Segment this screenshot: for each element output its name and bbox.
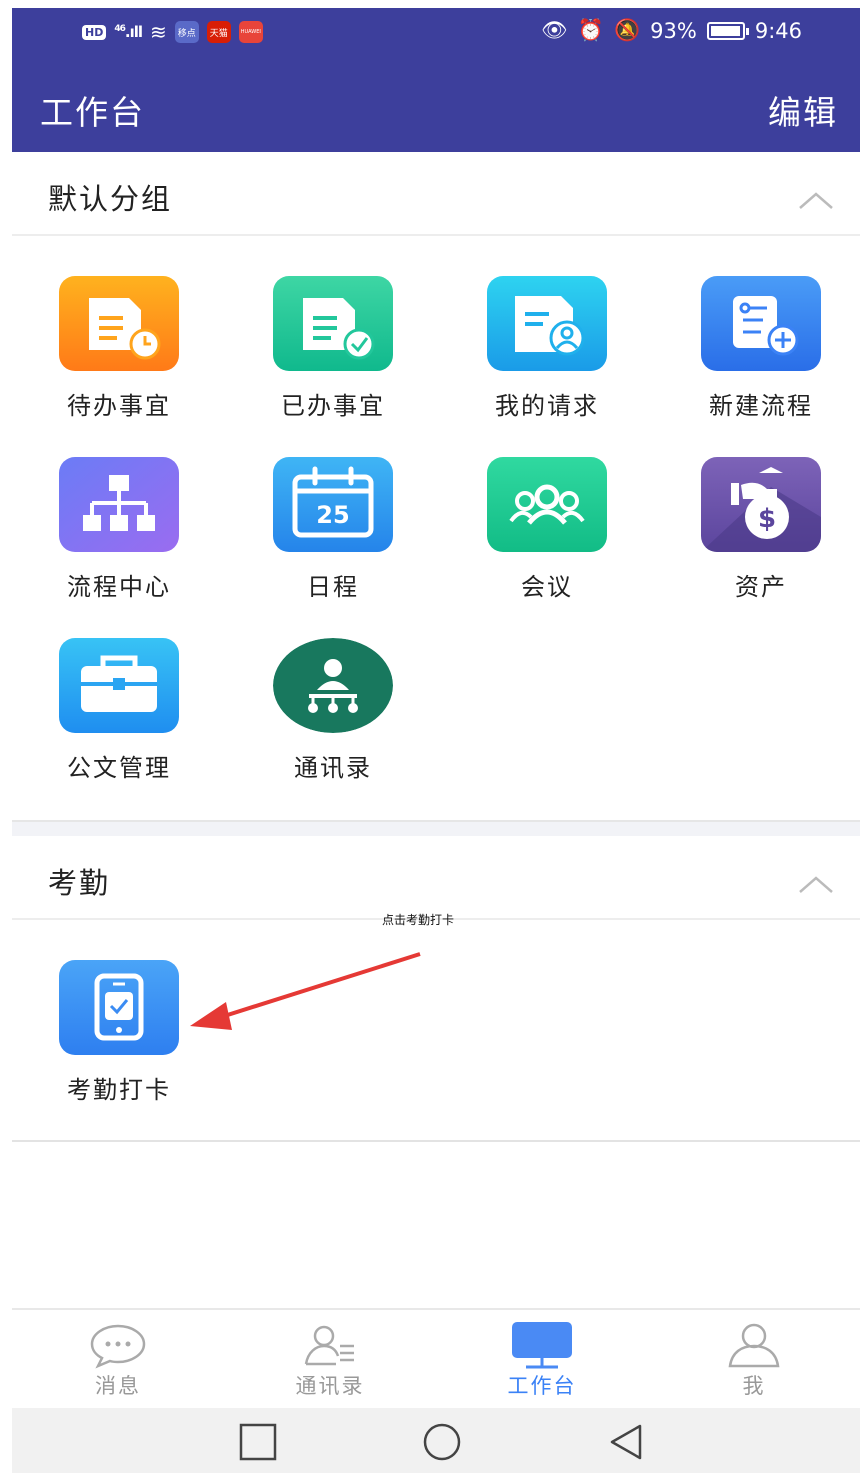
item-label: 通讯录 [294,754,372,782]
mute-icon: 🔕 [613,18,641,42]
system-nav-bar [12,1408,860,1473]
item-label: 已办事宜 [281,392,385,420]
alarm-icon: ⏰ [577,18,604,42]
document-management-icon [59,638,179,733]
item-label: 新建流程 [709,392,813,420]
calendar-day: 25 [316,501,349,529]
edit-button[interactable]: 编辑 [768,86,838,134]
tab-messages[interactable]: 消息 [12,1310,224,1410]
section-separator [12,820,860,836]
app-header: HD 46.ıll ≋ 移点 天猫 HUAWEI 👁 ⏰ 🔕 93% 9:46 … [12,8,860,152]
item-label: 会议 [521,573,573,601]
app-contacts-org[interactable]: 通讯录 [226,638,440,808]
annotation-arrow-icon [190,952,421,1030]
app-notif-tmall: 天猫 [206,21,231,43]
pending-tasks-icon [59,276,179,371]
attendance-checkin-icon [59,960,179,1055]
recent-apps-icon[interactable] [236,1420,280,1464]
network-type: 46 [114,24,125,34]
process-center-icon [59,457,179,552]
status-right: 👁 ⏰ 🔕 93% 9:46 [541,18,802,43]
tab-label: 我 [742,1374,766,1398]
item-label: 资产 [735,573,787,601]
assets-icon: $ [701,457,821,552]
tab-contacts[interactable]: 通讯录 [224,1310,436,1410]
currency-symbol: $ [758,504,776,534]
wifi-icon: ≋ [150,20,167,44]
status-bar: HD 46.ıll ≋ 移点 天猫 HUAWEI 👁 ⏰ 🔕 93% 9:46 [12,8,860,58]
app-document-management[interactable]: 公文管理 [12,638,226,808]
section-attendance-header[interactable]: 考勤 [12,836,860,920]
new-process-icon [701,276,821,371]
profile-icon [728,1323,780,1368]
calendar-icon: 25 [273,457,393,552]
bottom-tab-bar: 消息 通讯录 工作台 我 [12,1308,860,1408]
workbench-icon [512,1322,572,1369]
tab-label: 消息 [95,1374,141,1398]
tab-label: 通讯录 [295,1374,365,1398]
eye-comfort-icon: 👁 [541,18,568,42]
home-icon[interactable] [420,1420,464,1464]
my-requests-icon [487,276,607,371]
battery-percent: 93% [650,18,697,43]
chevron-up-icon[interactable] [798,866,834,902]
item-label: 公文管理 [67,754,171,782]
hd-badge: HD [82,24,107,40]
annotation-text: 点击考勤打卡 [382,913,455,927]
page-title: 工作台 [40,93,145,132]
app-meeting[interactable]: 会议 [440,457,654,627]
status-left: HD 46.ıll ≋ 移点 天猫 HUAWEI [82,20,263,44]
app-new-process[interactable]: 新建流程 [654,276,860,446]
signal-icon: 46.ıll [114,23,143,41]
item-label: 我的请求 [495,392,599,420]
app-process-center[interactable]: 流程中心 [12,457,226,627]
app-notif-huawei: HUAWEI [238,21,263,43]
contacts-org-icon [273,638,393,733]
app-assets[interactable]: $ 资产 [654,457,860,627]
back-icon[interactable] [604,1420,648,1464]
workbench-screen: HD 46.ıll ≋ 移点 天猫 HUAWEI 👁 ⏰ 🔕 93% 9:46 … [12,8,860,1473]
app-done-tasks[interactable]: 已办事宜 [226,276,440,446]
contacts-icon [304,1325,354,1366]
clock: 9:46 [754,18,802,43]
message-icon [90,1324,146,1369]
item-label: 日程 [307,573,359,601]
app-pending-tasks[interactable]: 待办事宜 [12,276,226,446]
tab-workbench[interactable]: 工作台 [436,1310,648,1410]
section-title: 默认分组 [48,182,173,216]
done-tasks-icon [273,276,393,371]
item-label: 考勤打卡 [67,1076,171,1104]
item-label: 流程中心 [67,573,171,601]
chevron-up-icon[interactable] [798,182,834,218]
app-my-requests[interactable]: 我的请求 [440,276,654,446]
battery-icon [706,21,749,40]
section-default-group-header[interactable]: 默认分组 [12,152,860,236]
item-label: 待办事宜 [67,392,171,420]
meeting-icon [487,457,607,552]
tab-profile[interactable]: 我 [648,1310,860,1410]
section-title: 考勤 [48,866,111,900]
section-end-divider [12,1140,860,1142]
app-notif-yidian: 移点 [174,21,199,43]
tab-label: 工作台 [507,1374,577,1398]
app-calendar[interactable]: 25 日程 [226,457,440,627]
